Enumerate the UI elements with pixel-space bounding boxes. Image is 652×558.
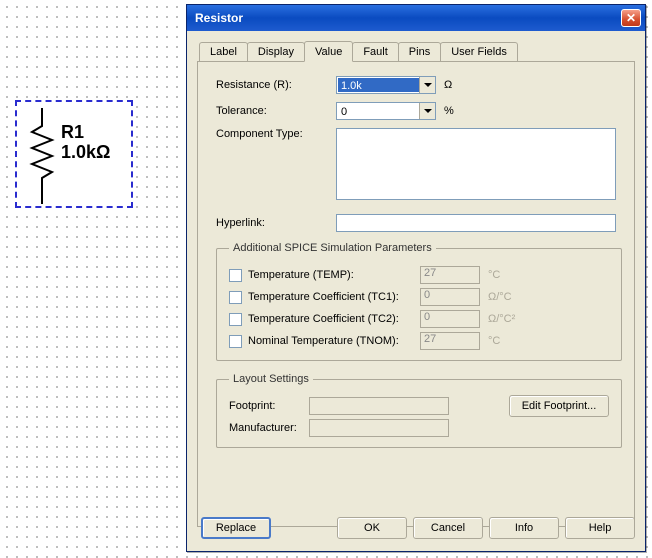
resistance-unit: Ω: [444, 79, 452, 91]
tc2-checkbox[interactable]: [229, 313, 242, 326]
tab-pins[interactable]: Pins: [398, 42, 441, 61]
resistance-value: 1.0k: [338, 78, 419, 92]
tab-user-fields[interactable]: User Fields: [440, 42, 518, 61]
resistance-combo[interactable]: 1.0k: [336, 76, 436, 94]
tab-label[interactable]: Label: [199, 42, 248, 61]
edit-footprint-button[interactable]: Edit Footprint...: [509, 395, 609, 417]
tab-pane-value: Resistance (R): 1.0k Ω Tolerance: 0: [197, 61, 635, 527]
tnom-field[interactable]: 27: [420, 332, 480, 350]
resistor-symbol-icon: [27, 108, 57, 204]
tolerance-unit: %: [444, 105, 454, 117]
help-button[interactable]: Help: [565, 517, 635, 539]
close-button[interactable]: ✕: [621, 9, 641, 27]
tnom-checkbox[interactable]: [229, 335, 242, 348]
tc1-unit: Ω/°C: [488, 291, 512, 303]
tolerance-combo[interactable]: 0: [336, 102, 436, 120]
manufacturer-field: [309, 419, 449, 437]
tolerance-label: Tolerance:: [216, 105, 336, 117]
tc1-checkbox[interactable]: [229, 291, 242, 304]
component-refdes: R1: [61, 122, 84, 143]
hyperlink-label: Hyperlink:: [216, 217, 336, 229]
tc2-field[interactable]: 0: [420, 310, 480, 328]
tab-strip: Label Display Value Fault Pins User Fiel…: [199, 41, 641, 61]
layout-legend: Layout Settings: [229, 373, 313, 385]
dialog-button-bar: Replace OK Cancel Info Help: [195, 517, 635, 539]
tc2-unit: Ω/°C²: [488, 313, 515, 325]
replace-button[interactable]: Replace: [201, 517, 271, 539]
footprint-label: Footprint:: [229, 400, 309, 412]
component-type-label: Component Type:: [216, 128, 336, 140]
cancel-button[interactable]: Cancel: [413, 517, 483, 539]
hyperlink-field[interactable]: [336, 214, 616, 232]
tnom-label: Nominal Temperature (TNOM):: [248, 335, 420, 347]
tnom-unit: °C: [488, 335, 500, 347]
component-type-field[interactable]: [336, 128, 616, 200]
tolerance-value: 0: [338, 104, 419, 118]
chevron-down-icon: [419, 77, 435, 93]
chevron-down-icon: [419, 103, 435, 119]
footprint-field: [309, 397, 449, 415]
resistance-label: Resistance (R):: [216, 79, 336, 91]
temp-unit: °C: [488, 269, 500, 281]
close-icon: ✕: [626, 11, 636, 25]
tc1-label: Temperature Coefficient (TC1):: [248, 291, 420, 303]
dialog-title: Resistor: [195, 11, 243, 25]
temp-label: Temperature (TEMP):: [248, 269, 420, 281]
spice-legend: Additional SPICE Simulation Parameters: [229, 242, 436, 254]
temp-checkbox[interactable]: [229, 269, 242, 282]
tab-value[interactable]: Value: [304, 41, 353, 62]
temp-field[interactable]: 27: [420, 266, 480, 284]
resistor-properties-dialog: Resistor ✕ Label Display Value Fault Pin…: [186, 4, 646, 552]
layout-settings-group: Layout Settings Footprint: Edit Footprin…: [216, 373, 622, 448]
tab-fault[interactable]: Fault: [352, 42, 398, 61]
manufacturer-label: Manufacturer:: [229, 422, 309, 434]
dialog-titlebar[interactable]: Resistor ✕: [187, 5, 645, 31]
ok-button[interactable]: OK: [337, 517, 407, 539]
tc1-field[interactable]: 0: [420, 288, 480, 306]
resistor-component[interactable]: R1 1.0kΩ: [15, 100, 133, 208]
tab-display[interactable]: Display: [247, 42, 305, 61]
tc2-label: Temperature Coefficient (TC2):: [248, 313, 420, 325]
component-value: 1.0kΩ: [61, 142, 110, 163]
spice-parameters-group: Additional SPICE Simulation Parameters T…: [216, 242, 622, 361]
info-button[interactable]: Info: [489, 517, 559, 539]
